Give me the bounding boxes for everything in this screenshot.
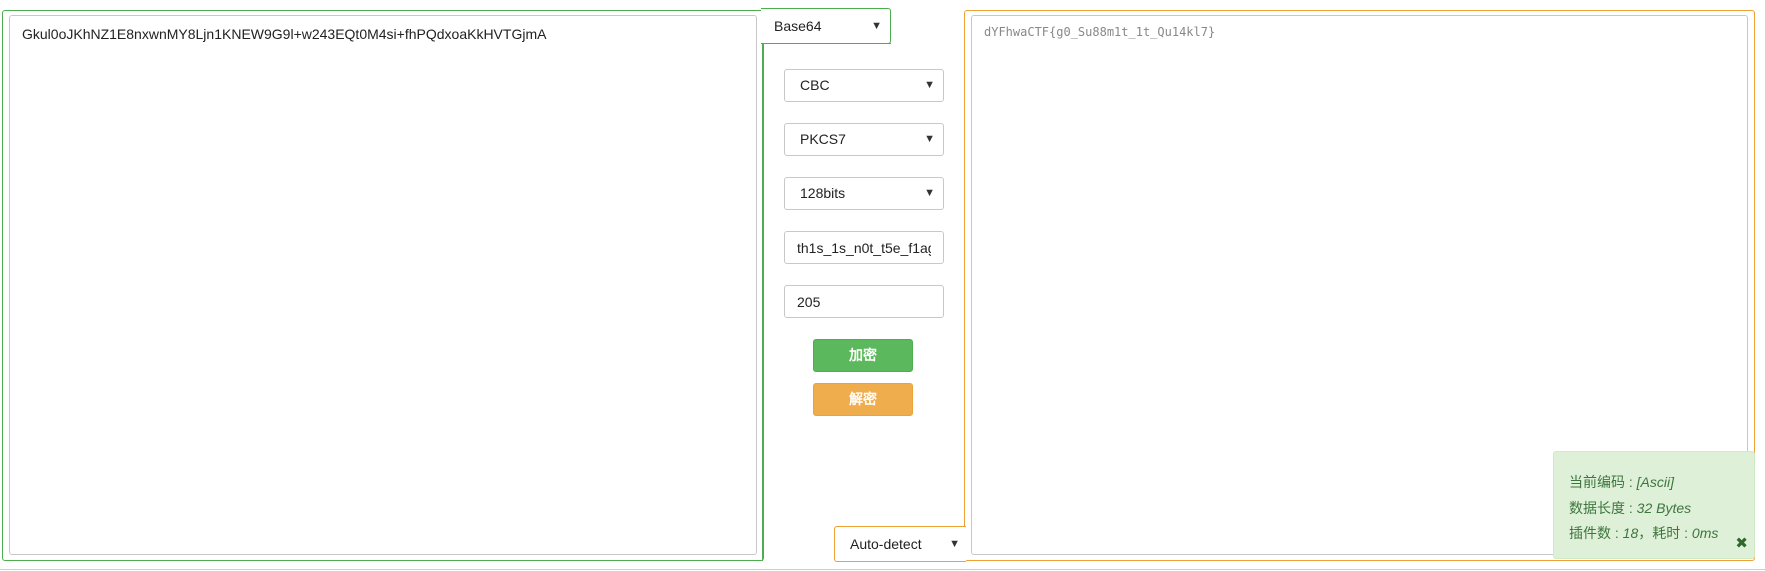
bottom-divider bbox=[0, 569, 1765, 570]
plugins-info: 插件数 : 18，耗时 : 0ms bbox=[1569, 521, 1754, 547]
input-panel: Gkul0oJKhNZ1E8nxwnMY8Ljn1KNEW9G9l+w243EQ… bbox=[2, 10, 764, 561]
decrypt-button[interactable]: 解密 bbox=[813, 383, 913, 416]
input-format-dropdown[interactable]: Base64 ▼ bbox=[761, 8, 891, 44]
length-value: 32 Bytes bbox=[1636, 499, 1692, 516]
chevron-down-icon: ▼ bbox=[949, 538, 960, 550]
encoding-info: 当前编码 : [Ascii] bbox=[1569, 470, 1754, 496]
time-label: ，耗时 : bbox=[1638, 525, 1692, 541]
mode-value: CBC bbox=[800, 77, 830, 93]
output-encoding-dropdown[interactable]: Auto-detect ▼ bbox=[834, 526, 966, 562]
encoding-label: 当前编码 : bbox=[1569, 474, 1637, 490]
encrypt-button[interactable]: 加密 bbox=[813, 339, 913, 372]
info-toast: 当前编码 : [Ascii] 数据长度 : 32 Bytes 插件数 : 18，… bbox=[1553, 451, 1755, 559]
output-encoding-value: Auto-detect bbox=[850, 536, 922, 552]
chevron-down-icon: ▼ bbox=[871, 20, 882, 32]
input-textarea[interactable]: Gkul0oJKhNZ1E8nxwnMY8Ljn1KNEW9G9l+w243EQ… bbox=[9, 15, 757, 555]
length-label: 数据长度 : bbox=[1569, 499, 1637, 516]
plugins-value: 18 bbox=[1622, 525, 1639, 541]
length-info: 数据长度 : 32 Bytes bbox=[1569, 496, 1754, 522]
chevron-down-icon: ▼ bbox=[924, 79, 935, 91]
padding-value: PKCS7 bbox=[800, 131, 846, 147]
key-input[interactable] bbox=[784, 231, 944, 264]
key-size-select[interactable]: 128bits ▼ bbox=[784, 177, 944, 210]
input-format-value: Base64 bbox=[774, 18, 822, 34]
padding-select[interactable]: PKCS7 ▼ bbox=[784, 123, 944, 156]
chevron-down-icon: ▼ bbox=[924, 187, 935, 199]
close-icon[interactable]: ✖ bbox=[1735, 534, 1748, 552]
plugins-label: 插件数 : bbox=[1569, 525, 1623, 541]
iv-input[interactable] bbox=[784, 285, 944, 318]
time-value: 0ms bbox=[1691, 525, 1719, 541]
encoding-value: [Ascii] bbox=[1636, 474, 1675, 490]
chevron-down-icon: ▼ bbox=[924, 133, 935, 145]
key-size-value: 128bits bbox=[800, 185, 846, 201]
input-panel-connector bbox=[762, 43, 763, 561]
mode-select[interactable]: CBC ▼ bbox=[784, 69, 944, 102]
